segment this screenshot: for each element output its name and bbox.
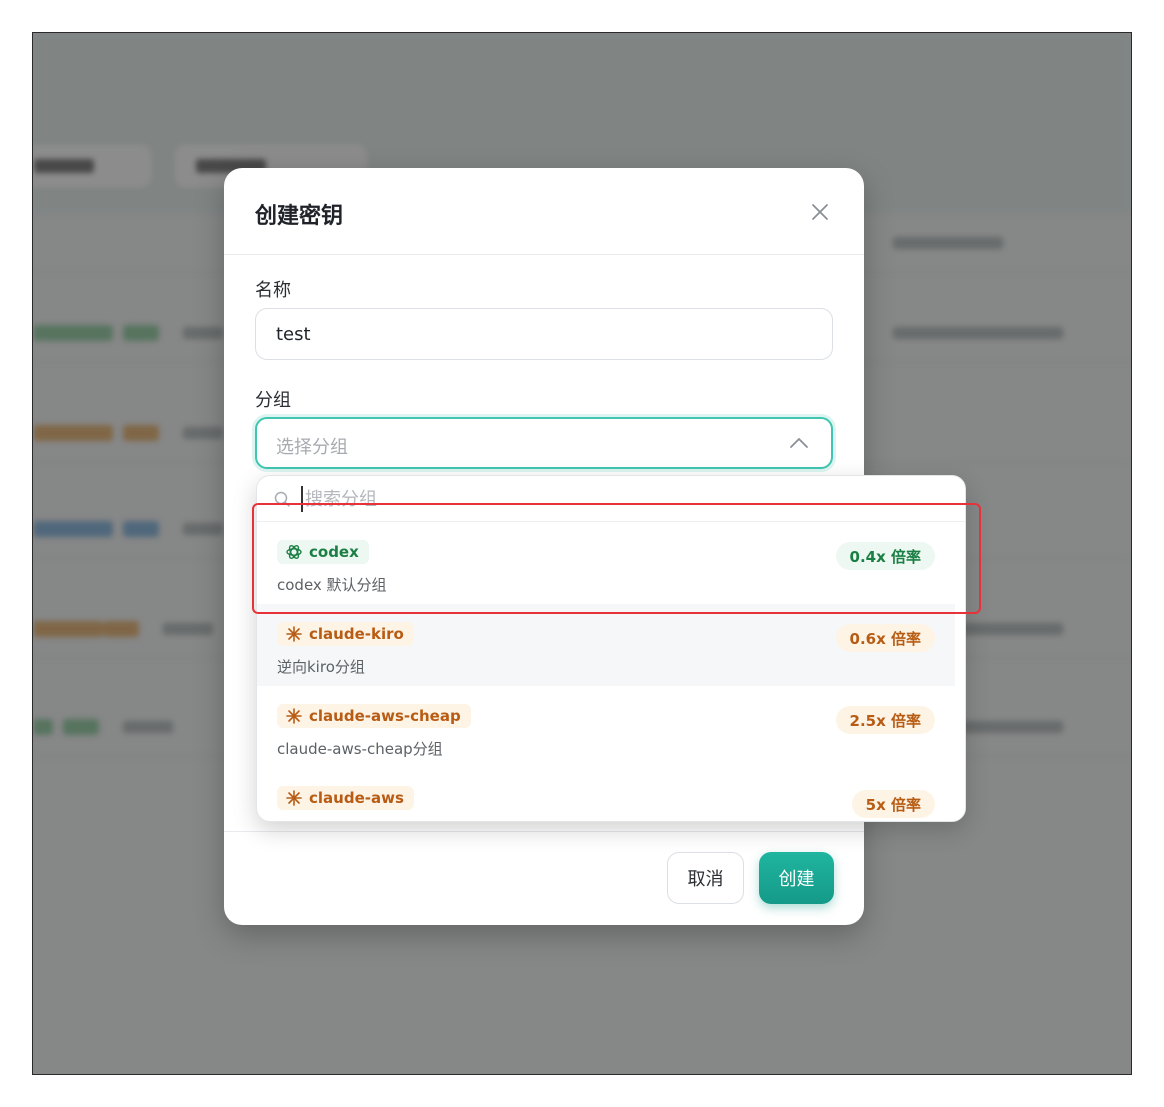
group-description: claude-aws-cheap分组	[277, 740, 443, 758]
openai-icon	[286, 545, 302, 559]
rate-badge: 0.6x 倍率	[835, 624, 935, 652]
group-tag: claude-aws-cheap	[277, 704, 471, 728]
dialog-header: 创建密钥	[224, 168, 864, 255]
group-tag: codex	[277, 540, 369, 564]
close-button[interactable]	[806, 198, 834, 226]
cancel-button[interactable]: 取消	[667, 852, 744, 904]
group-dropdown: codex codex 默认分组 0.4x 倍率 claude-kiro 逆向k…	[256, 475, 966, 822]
close-icon	[812, 204, 828, 220]
rate-badge: 0.4x 倍率	[835, 542, 935, 570]
group-option-codex[interactable]: codex codex 默认分组 0.4x 倍率	[257, 522, 955, 604]
dialog-footer: 取消 创建	[224, 831, 864, 925]
group-option-claude-kiro[interactable]: claude-kiro 逆向kiro分组 0.6x 倍率	[257, 604, 955, 686]
group-name: claude-kiro	[309, 625, 404, 643]
dialog-title: 创建密钥	[255, 204, 344, 229]
group-tag: claude-aws	[277, 786, 414, 810]
claude-sunburst-icon	[286, 708, 302, 724]
rate-badge: 5x 倍率	[851, 790, 935, 818]
group-option-claude-aws-cheap[interactable]: claude-aws-cheap claude-aws-cheap分组 2.5x…	[257, 686, 955, 768]
group-description: 逆向kiro分组	[277, 658, 365, 676]
name-label: 名称	[255, 280, 291, 301]
group-option-list: codex codex 默认分组 0.4x 倍率 claude-kiro 逆向k…	[257, 522, 965, 821]
group-label: 分组	[255, 390, 291, 411]
claude-sunburst-icon	[286, 626, 302, 642]
chevron-up-icon	[790, 438, 808, 448]
group-option-claude-aws[interactable]: claude-aws 5x 倍率	[257, 768, 955, 821]
group-select-placeholder: 选择分组	[276, 437, 348, 458]
group-tag: claude-kiro	[277, 622, 414, 646]
rate-badge: 2.5x 倍率	[835, 706, 935, 734]
group-select[interactable]: 选择分组	[255, 417, 833, 469]
search-icon	[274, 491, 290, 507]
dropdown-search	[257, 476, 965, 522]
group-description: codex 默认分组	[277, 576, 387, 594]
name-input[interactable]	[255, 308, 833, 360]
screenshot-frame: 创建密钥 名称 分组 选择分组 取消 创建	[32, 32, 1132, 1075]
claude-sunburst-icon	[286, 790, 302, 806]
group-search-input[interactable]	[301, 486, 901, 512]
create-button[interactable]: 创建	[759, 852, 834, 904]
group-name: codex	[309, 543, 359, 561]
group-name: claude-aws	[309, 789, 404, 807]
group-name: claude-aws-cheap	[309, 707, 461, 725]
